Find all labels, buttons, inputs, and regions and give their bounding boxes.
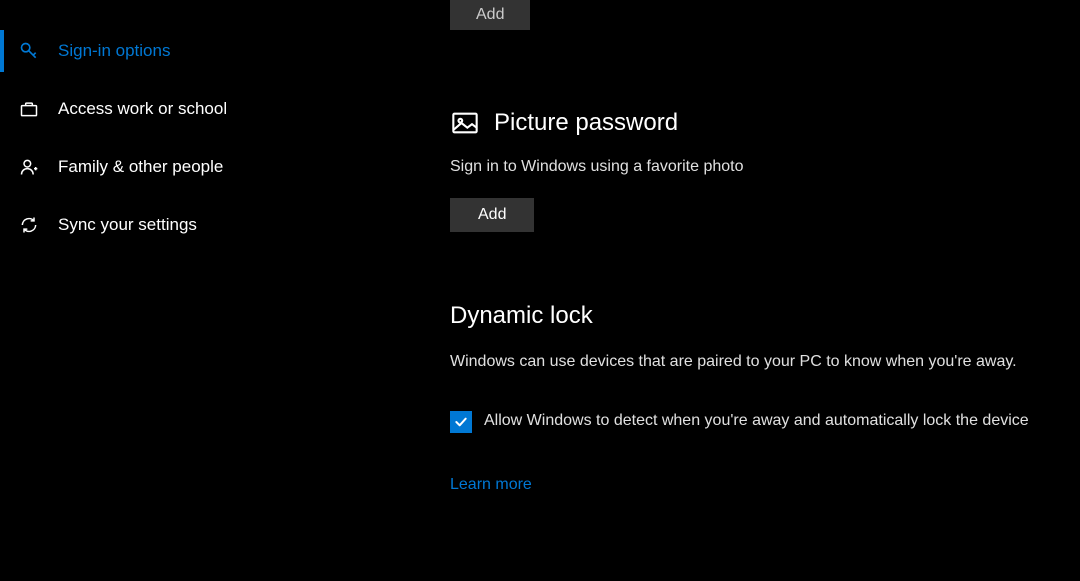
picture-password-title: Picture password <box>494 109 678 137</box>
sidebar-item-label: Sync your settings <box>58 215 197 235</box>
sidebar-item-label: Access work or school <box>58 99 227 119</box>
sync-icon <box>18 214 40 236</box>
picture-icon <box>450 108 480 138</box>
dynamic-lock-heading: Dynamic lock <box>450 302 1040 330</box>
sidebar-item-access-work-school[interactable]: Access work or school <box>0 80 320 138</box>
picture-password-add-button[interactable]: Add <box>450 198 534 232</box>
picture-password-desc: Sign in to Windows using a favorite phot… <box>450 156 1040 178</box>
sidebar-item-label: Sign-in options <box>58 41 170 61</box>
person-plus-icon <box>18 156 40 178</box>
picture-password-heading: Picture password <box>450 108 1040 138</box>
dynamic-lock-checkbox-row: Allow Windows to detect when you're away… <box>450 409 1030 434</box>
dynamic-lock-body: Windows can use devices that are paired … <box>450 350 1030 375</box>
dynamic-lock-checkbox-label: Allow Windows to detect when you're away… <box>484 409 1029 434</box>
sidebar-item-label: Family & other people <box>58 157 223 177</box>
dynamic-lock-checkbox[interactable] <box>450 411 472 433</box>
sidebar-item-sync-settings[interactable]: Sync your settings <box>0 196 320 254</box>
key-icon <box>18 40 40 62</box>
briefcase-icon <box>18 98 40 120</box>
sidebar-item-signin-options[interactable]: Sign-in options <box>0 22 320 80</box>
learn-more-link[interactable]: Learn more <box>450 476 532 493</box>
settings-sidebar: Sign-in options Access work or school Fa… <box>0 0 320 581</box>
check-icon <box>453 414 469 430</box>
sidebar-item-family-other-people[interactable]: Family & other people <box>0 138 320 196</box>
settings-main-panel: Add Picture password Sign in to Windows … <box>320 0 1080 581</box>
add-button-top[interactable]: Add <box>450 0 530 30</box>
